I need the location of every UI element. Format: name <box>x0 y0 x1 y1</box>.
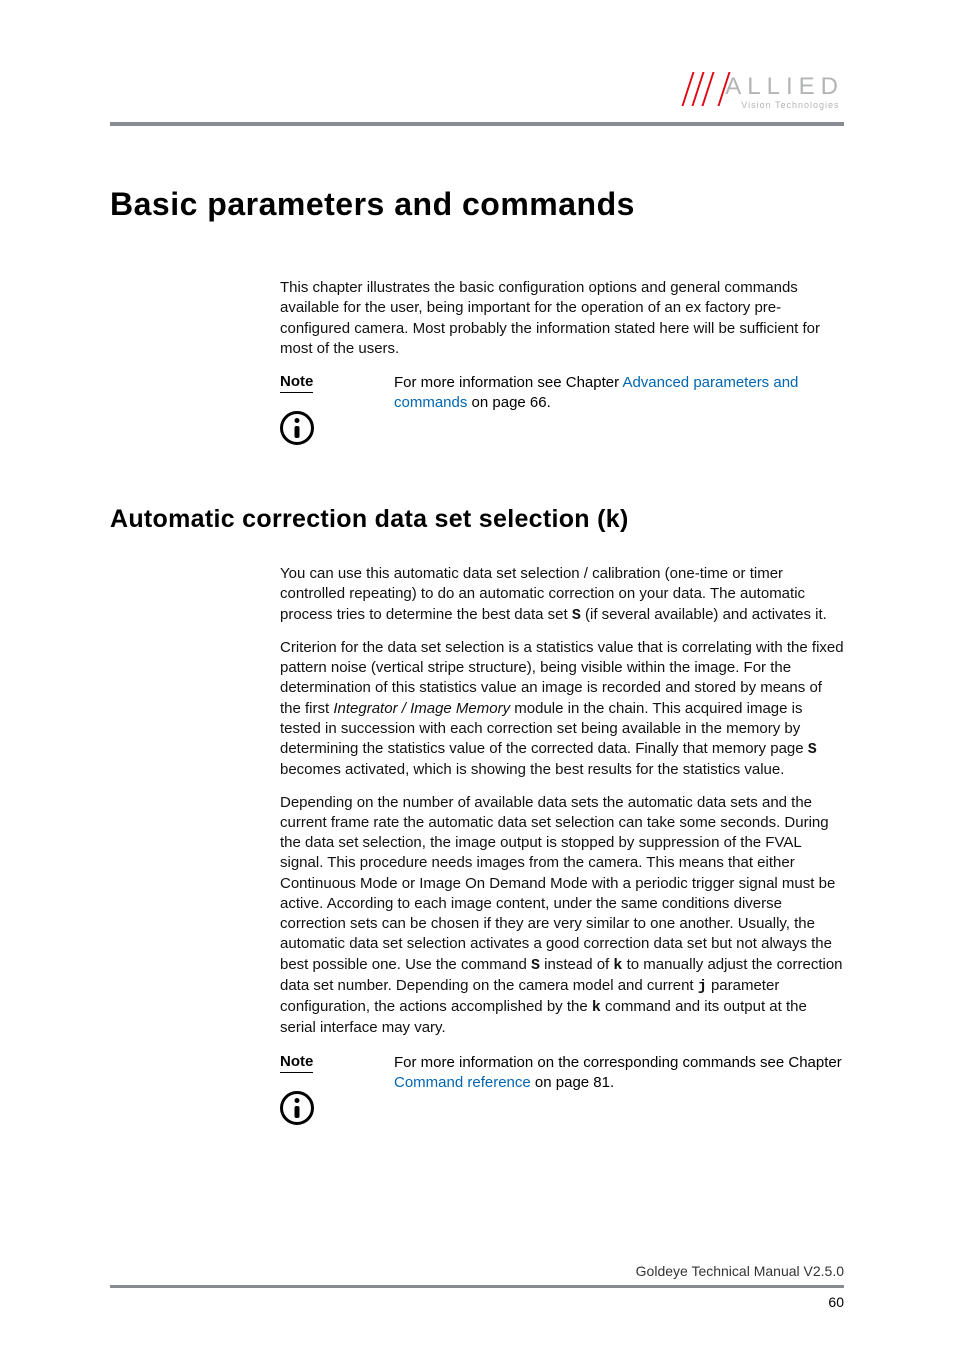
link-command-reference[interactable]: Command reference <box>394 1074 531 1091</box>
page-footer: Goldeye Technical Manual V2.5.0 60 <box>110 1263 844 1310</box>
italic-integrator: Integrator / Image Memory <box>333 700 510 717</box>
page-number: 60 <box>110 1294 844 1310</box>
note2-pre: For more information on the correspondin… <box>394 1054 842 1071</box>
page: ALLIED Vision Technologies Basic paramet… <box>0 0 954 1350</box>
intro-paragraph: This chapter illustrates the basic confi… <box>280 278 844 359</box>
logo-main: ALLIED <box>725 75 844 99</box>
brand-logo: ALLIED Vision Technologies <box>687 72 844 110</box>
note-label: Note <box>280 373 313 393</box>
heading-basic-parameters: Basic parameters and commands <box>110 186 844 223</box>
code-S: S <box>531 957 540 974</box>
code-S: S <box>572 607 581 624</box>
footer-title: Goldeye Technical Manual V2.5.0 <box>110 1263 844 1279</box>
footer-rule <box>110 1285 844 1288</box>
note-text: For more information on the correspondin… <box>394 1053 844 1125</box>
note-block-1: Note For more information see Chapter Ad… <box>280 373 844 445</box>
note-left: Note <box>280 373 370 445</box>
note1-post: on page 66. <box>467 394 550 411</box>
para-3: Depending on the number of available dat… <box>280 793 844 1039</box>
code-j: j <box>698 978 707 995</box>
logo-stripes-icon <box>687 72 719 110</box>
para-1: You can use this automatic data set sele… <box>280 564 844 626</box>
info-icon <box>280 411 314 445</box>
intro-text: This chapter illustrates the basic confi… <box>280 278 844 359</box>
page-header: ALLIED Vision Technologies <box>110 50 844 110</box>
note1-pre: For more information see Chapter <box>394 374 622 391</box>
note-left: Note <box>280 1053 370 1125</box>
note-text: For more information see Chapter Advance… <box>394 373 844 445</box>
note2-post: on page 81. <box>531 1074 614 1091</box>
heading-auto-correction: Automatic correction data set selection … <box>110 505 844 534</box>
code-k: k <box>592 999 601 1016</box>
header-rule <box>110 122 844 126</box>
logo-sub: Vision Technologies <box>741 101 844 110</box>
section-body: You can use this automatic data set sele… <box>280 564 844 1039</box>
note-block-2: Note For more information on the corresp… <box>280 1053 844 1125</box>
code-S: S <box>808 741 817 758</box>
para-2: Criterion for the data set selection is … <box>280 638 844 781</box>
note-label: Note <box>280 1053 313 1073</box>
logo-text: ALLIED Vision Technologies <box>725 75 844 110</box>
info-icon <box>280 1091 314 1125</box>
